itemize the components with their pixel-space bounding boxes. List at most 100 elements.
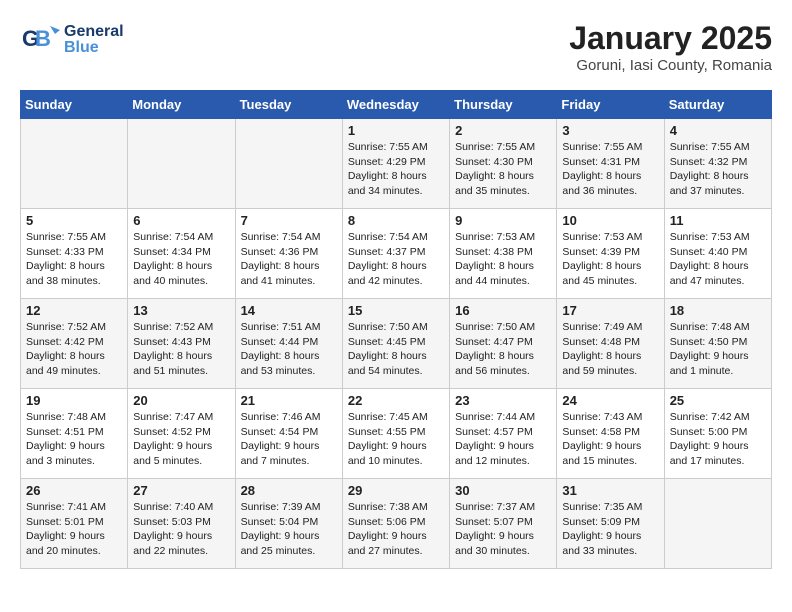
logo-general-text: General [64, 24, 124, 40]
day-number: 25 [670, 393, 766, 408]
calendar-cell: 25 Sunrise: 7:42 AM Sunset: 5:00 PM Dayli… [664, 389, 771, 479]
cell-content: Sunrise: 7:48 AM Sunset: 4:50 PM Dayligh… [670, 320, 766, 379]
day-number: 28 [241, 483, 337, 498]
calendar-cell [21, 119, 128, 209]
column-header-tuesday: Tuesday [235, 91, 342, 119]
day-number: 27 [133, 483, 229, 498]
cell-content: Sunrise: 7:53 AM Sunset: 4:38 PM Dayligh… [455, 230, 551, 289]
location-text: Goruni, Iasi County, Romania [569, 57, 772, 74]
cell-content: Sunrise: 7:42 AM Sunset: 5:00 PM Dayligh… [670, 410, 766, 469]
calendar-cell: 12 Sunrise: 7:52 AM Sunset: 4:42 PM Dayli… [21, 299, 128, 389]
calendar-cell: 5 Sunrise: 7:55 AM Sunset: 4:33 PM Daylig… [21, 209, 128, 299]
calendar-cell: 6 Sunrise: 7:54 AM Sunset: 4:34 PM Daylig… [128, 209, 235, 299]
calendar-cell: 16Sunrise: 7:50 AM Sunset: 4:47 PM Dayli… [450, 299, 557, 389]
cell-content: Sunrise: 7:50 AM Sunset: 4:45 PM Dayligh… [348, 320, 444, 379]
calendar-cell [128, 119, 235, 209]
column-header-friday: Friday [557, 91, 664, 119]
logo-blue-text: Blue [64, 40, 124, 56]
cell-content: Sunrise: 7:41 AM Sunset: 5:01 PM Dayligh… [26, 500, 122, 559]
cell-content: Sunrise: 7:51 AM Sunset: 4:44 PM Dayligh… [241, 320, 337, 379]
calendar-cell: 18 Sunrise: 7:48 AM Sunset: 4:50 PM Dayli… [664, 299, 771, 389]
cell-content: Sunrise: 7:44 AM Sunset: 4:57 PM Dayligh… [455, 410, 551, 469]
day-number: 14 [241, 303, 337, 318]
cell-content: Sunrise: 7:38 AM Sunset: 5:06 PM Dayligh… [348, 500, 444, 559]
cell-content: Sunrise: 7:46 AM Sunset: 4:54 PM Dayligh… [241, 410, 337, 469]
day-number: 8 [348, 213, 444, 228]
calendar-cell: 21 Sunrise: 7:46 AM Sunset: 4:54 PM Dayli… [235, 389, 342, 479]
cell-content: Sunrise: 7:47 AM Sunset: 4:52 PM Dayligh… [133, 410, 229, 469]
day-number: 11 [670, 213, 766, 228]
day-number: 22 [348, 393, 444, 408]
calendar-cell: 23 Sunrise: 7:44 AM Sunset: 4:57 PM Dayli… [450, 389, 557, 479]
calendar-cell: 10 Sunrise: 7:53 AM Sunset: 4:39 PM Dayli… [557, 209, 664, 299]
cell-content: Sunrise: 7:43 AM Sunset: 4:58 PM Dayligh… [562, 410, 658, 469]
day-number: 21 [241, 393, 337, 408]
calendar-cell: 26 Sunrise: 7:41 AM Sunset: 5:01 PM Dayli… [21, 479, 128, 569]
column-header-thursday: Thursday [450, 91, 557, 119]
cell-content: Sunrise: 7:40 AM Sunset: 5:03 PM Dayligh… [133, 500, 229, 559]
day-number: 18 [670, 303, 766, 318]
day-number: 12 [26, 303, 122, 318]
cell-content: Sunrise: 7:49 AM Sunset: 4:48 PM Dayligh… [562, 320, 658, 379]
cell-content: Sunrise: 7:54 AM Sunset: 4:36 PM Dayligh… [241, 230, 337, 289]
day-number: 30 [455, 483, 551, 498]
column-header-saturday: Saturday [664, 91, 771, 119]
day-number: 2 [455, 123, 551, 138]
cell-content: Sunrise: 7:45 AM Sunset: 4:55 PM Dayligh… [348, 410, 444, 469]
day-number: 29 [348, 483, 444, 498]
calendar-cell [664, 479, 771, 569]
day-number: 9 [455, 213, 551, 228]
calendar-cell: 15Sunrise: 7:50 AM Sunset: 4:45 PM Dayli… [342, 299, 449, 389]
calendar-cell: 30 Sunrise: 7:37 AM Sunset: 5:07 PM Dayli… [450, 479, 557, 569]
cell-content: Sunrise: 7:54 AM Sunset: 4:34 PM Dayligh… [133, 230, 229, 289]
day-number: 16 [455, 303, 551, 318]
month-title: January 2025 [569, 20, 772, 57]
day-number: 19 [26, 393, 122, 408]
cell-content: Sunrise: 7:54 AM Sunset: 4:37 PM Dayligh… [348, 230, 444, 289]
calendar-cell: 3Sunrise: 7:55 AM Sunset: 4:31 PM Daylig… [557, 119, 664, 209]
column-header-wednesday: Wednesday [342, 91, 449, 119]
svg-text:B: B [35, 26, 51, 51]
logo-label: General Blue [64, 24, 124, 56]
calendar-cell: 13Sunrise: 7:52 AM Sunset: 4:43 PM Dayli… [128, 299, 235, 389]
calendar-table: SundayMondayTuesdayWednesdayThursdayFrid… [20, 90, 772, 569]
day-number: 31 [562, 483, 658, 498]
calendar-header-row: SundayMondayTuesdayWednesdayThursdayFrid… [21, 91, 772, 119]
column-header-monday: Monday [128, 91, 235, 119]
cell-content: Sunrise: 7:52 AM Sunset: 4:42 PM Dayligh… [26, 320, 122, 379]
day-number: 10 [562, 213, 658, 228]
calendar-cell [235, 119, 342, 209]
cell-content: Sunrise: 7:55 AM Sunset: 4:30 PM Dayligh… [455, 140, 551, 199]
cell-content: Sunrise: 7:55 AM Sunset: 4:32 PM Dayligh… [670, 140, 766, 199]
cell-content: Sunrise: 7:37 AM Sunset: 5:07 PM Dayligh… [455, 500, 551, 559]
cell-content: Sunrise: 7:53 AM Sunset: 4:39 PM Dayligh… [562, 230, 658, 289]
calendar-week-row: 26 Sunrise: 7:41 AM Sunset: 5:01 PM Dayli… [21, 479, 772, 569]
calendar-cell: 9 Sunrise: 7:53 AM Sunset: 4:38 PM Daylig… [450, 209, 557, 299]
day-number: 5 [26, 213, 122, 228]
calendar-cell: 8 Sunrise: 7:54 AM Sunset: 4:37 PM Daylig… [342, 209, 449, 299]
day-number: 7 [241, 213, 337, 228]
calendar-cell: 11Sunrise: 7:53 AM Sunset: 4:40 PM Dayli… [664, 209, 771, 299]
calendar-cell: 14 Sunrise: 7:51 AM Sunset: 4:44 PM Dayli… [235, 299, 342, 389]
day-number: 26 [26, 483, 122, 498]
day-number: 1 [348, 123, 444, 138]
day-number: 4 [670, 123, 766, 138]
day-number: 24 [562, 393, 658, 408]
column-header-sunday: Sunday [21, 91, 128, 119]
day-number: 6 [133, 213, 229, 228]
logo-icon: G B [20, 20, 60, 60]
calendar-cell: 27 Sunrise: 7:40 AM Sunset: 5:03 PM Dayli… [128, 479, 235, 569]
cell-content: Sunrise: 7:55 AM Sunset: 4:31 PM Dayligh… [562, 140, 658, 199]
cell-content: Sunrise: 7:48 AM Sunset: 4:51 PM Dayligh… [26, 410, 122, 469]
cell-content: Sunrise: 7:55 AM Sunset: 4:33 PM Dayligh… [26, 230, 122, 289]
cell-content: Sunrise: 7:39 AM Sunset: 5:04 PM Dayligh… [241, 500, 337, 559]
calendar-week-row: 1Sunrise: 7:55 AM Sunset: 4:29 PM Daylig… [21, 119, 772, 209]
calendar-cell: 20Sunrise: 7:47 AM Sunset: 4:52 PM Dayli… [128, 389, 235, 479]
day-number: 23 [455, 393, 551, 408]
calendar-week-row: 12 Sunrise: 7:52 AM Sunset: 4:42 PM Dayli… [21, 299, 772, 389]
calendar-cell: 7 Sunrise: 7:54 AM Sunset: 4:36 PM Daylig… [235, 209, 342, 299]
calendar-cell: 2 Sunrise: 7:55 AM Sunset: 4:30 PM Daylig… [450, 119, 557, 209]
cell-content: Sunrise: 7:35 AM Sunset: 5:09 PM Dayligh… [562, 500, 658, 559]
calendar-cell: 28 Sunrise: 7:39 AM Sunset: 5:04 PM Dayli… [235, 479, 342, 569]
title-block: January 2025 Goruni, Iasi County, Romani… [569, 20, 772, 74]
